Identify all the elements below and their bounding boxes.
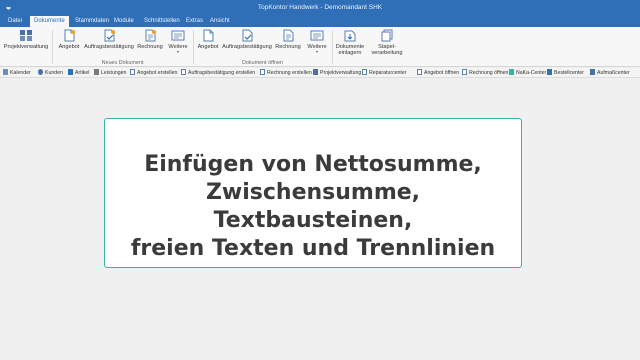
- grid-icon: [20, 30, 32, 41]
- open-auftragsbestaetigung-button[interactable]: Auftragsbestätigung: [222, 29, 272, 59]
- card-heading-line1: Einfügen von Nettosumme,: [144, 152, 482, 177]
- new-document-icon: [64, 29, 75, 42]
- chevron-down-icon: ▾: [315, 49, 318, 54]
- projektverwaltung-button[interactable]: Projektverwaltung: [3, 29, 49, 59]
- quick-kalender-label: Kalender: [10, 70, 31, 76]
- title-bar: ◒ TopKontor Handwerk - Demomandant SHK: [0, 0, 640, 15]
- quick-artikel[interactable]: Artikel: [68, 69, 89, 77]
- ribbon-separator: [332, 30, 333, 64]
- create-invoice-icon: [260, 69, 265, 75]
- stapelverarbeitung-button[interactable]: Stapel- verarbeitung: [370, 29, 404, 59]
- measurement-center-icon: [590, 69, 595, 75]
- tab-stammdaten[interactable]: Stammdaten: [71, 16, 113, 27]
- open-angebot-button[interactable]: Angebot: [196, 29, 220, 59]
- title-card: Einfügen von Nettosumme, Zwischensumme, …: [104, 118, 522, 268]
- quick-rechnung-erstellen-label: Rechnung erstellen: [267, 70, 312, 76]
- quick-reparaturcenter[interactable]: Reparaturcenter: [362, 69, 407, 77]
- article-icon: [68, 69, 73, 75]
- ribbon-separator: [193, 30, 194, 64]
- new-weitere-button[interactable]: Weitere ▾: [166, 29, 190, 59]
- stapelverarbeitung-label-line2: verarbeitung: [371, 50, 403, 56]
- open-invoice-icon: [283, 29, 294, 42]
- project-icon: [313, 69, 318, 75]
- quick-bestellcenter[interactable]: Bestellcenter: [547, 69, 584, 77]
- projektverwaltung-label: Projektverwaltung: [3, 44, 49, 50]
- open-confirmation-icon: [242, 29, 253, 42]
- main-content: Einfügen von Nettosumme, Zwischensumme, …: [0, 79, 640, 360]
- calendar-icon: [3, 69, 8, 75]
- open-invoice-small-icon: [462, 69, 467, 75]
- order-center-icon: [547, 69, 552, 75]
- tab-schnittstellen[interactable]: Schnittstellen: [140, 16, 184, 27]
- card-heading: Einfügen von Nettosumme, Zwischensumme, …: [105, 151, 521, 263]
- tab-extras[interactable]: Extras: [182, 16, 207, 27]
- quick-artikel-label: Artikel: [75, 70, 90, 76]
- open-auftragsbestaetigung-label: Auftragsbestätigung: [222, 44, 272, 50]
- quick-leistungen[interactable]: Leistungen: [94, 69, 126, 77]
- quick-angebot-oeffnen[interactable]: Angebot öffnen: [417, 69, 459, 77]
- tab-datei[interactable]: Datei: [4, 16, 26, 27]
- tab-dokumente[interactable]: Dokumente: [30, 16, 69, 27]
- quick-projektverwaltung[interactable]: Projektverwaltung: [313, 69, 361, 77]
- batch-processing-icon: [381, 29, 393, 42]
- new-angebot-label: Angebot: [58, 44, 80, 50]
- tab-ansicht[interactable]: Ansicht: [206, 16, 234, 27]
- create-confirmation-icon: [181, 69, 186, 75]
- quick-leistungen-label: Leistungen: [101, 70, 127, 76]
- quick-kunden-label: Kunden: [45, 70, 63, 76]
- create-offer-icon: [130, 69, 135, 75]
- archive-documents-icon: [344, 30, 356, 42]
- group-label-dokument-oeffnen: Dokument öffnen: [242, 60, 283, 66]
- quick-rechnung-oeffnen-label: Rechnung öffnen: [469, 70, 509, 76]
- quick-reparaturcenter-label: Reparaturcenter: [369, 70, 407, 76]
- open-angebot-label: Angebot: [197, 44, 219, 50]
- card-heading-line3: freien Texten und Trennlinien: [130, 236, 496, 261]
- new-rechnung-button[interactable]: Rechnung: [136, 29, 164, 59]
- new-invoice-icon: [145, 29, 156, 42]
- quick-naka-center-label: NaKa-Center: [516, 70, 547, 76]
- quick-rechnung-oeffnen[interactable]: Rechnung öffnen: [462, 69, 508, 77]
- quick-angebot-erstellen[interactable]: Angebot erstellen: [130, 69, 177, 77]
- quick-aufmasscenter-label: Aufmaßcenter: [597, 70, 630, 76]
- quick-angebot-erstellen-label: Angebot erstellen: [137, 70, 178, 76]
- more-documents-icon: [171, 30, 185, 41]
- repair-center-icon: [362, 69, 367, 75]
- quick-rechnung-erstellen[interactable]: Rechnung erstellen: [260, 69, 312, 77]
- new-confirmation-icon: [104, 29, 115, 42]
- open-weitere-button[interactable]: Weitere ▾: [305, 29, 329, 59]
- quick-access-bar: Kalender Kunden Artikel Leistungen Angeb…: [0, 68, 640, 78]
- new-auftragsbestaetigung-button[interactable]: Auftragsbestätigung: [84, 29, 134, 59]
- quick-naka-center[interactable]: NaKa-Center: [509, 69, 546, 77]
- quick-aufmasscenter[interactable]: Aufmaßcenter: [590, 69, 630, 77]
- quick-projektverwaltung-label: Projektverwaltung: [320, 70, 362, 76]
- open-rechnung-label: Rechnung: [275, 44, 301, 50]
- quick-bestellcenter-label: Bestellcenter: [554, 70, 584, 76]
- chevron-down-icon: ▾: [176, 49, 179, 54]
- dokumente-einlagern-label-line2: einlagern: [338, 50, 362, 56]
- more-open-icon: [310, 30, 324, 41]
- tab-module[interactable]: Module: [110, 16, 138, 27]
- customers-icon: [38, 69, 43, 75]
- window-title: TopKontor Handwerk - Demomandant SHK: [257, 4, 383, 11]
- quick-auftragsbestaetigung-erstellen[interactable]: Auftragsbestätigung erstellen: [181, 69, 255, 77]
- quick-kunden[interactable]: Kunden: [38, 69, 63, 77]
- open-document-icon: [203, 29, 214, 42]
- ribbon: Projektverwaltung Angebot Auftragsbestät…: [0, 27, 640, 67]
- new-angebot-button[interactable]: Angebot: [55, 29, 83, 59]
- dokumente-einlagern-button[interactable]: Dokumente einlagern: [335, 29, 365, 59]
- services-icon: [94, 69, 99, 75]
- quick-kalender[interactable]: Kalender: [3, 69, 31, 77]
- quick-auftragsbestaetigung-erstellen-label: Auftragsbestätigung erstellen: [188, 70, 256, 76]
- naka-center-icon: [509, 69, 514, 75]
- group-label-neues-dokument: Neues Dokument: [101, 60, 144, 66]
- open-offer-icon: [417, 69, 422, 75]
- new-auftragsbestaetigung-label: Auftragsbestätigung: [84, 44, 134, 50]
- quick-angebot-oeffnen-label: Angebot öffnen: [424, 70, 460, 76]
- open-rechnung-button[interactable]: Rechnung: [274, 29, 302, 59]
- ribbon-separator: [52, 30, 53, 64]
- new-rechnung-label: Rechnung: [137, 44, 163, 50]
- card-heading-line2: Zwischensumme, Textbausteinen,: [205, 180, 421, 233]
- ribbon-tab-bar: Datei Dokumente Stammdaten Module Schnit…: [0, 15, 640, 27]
